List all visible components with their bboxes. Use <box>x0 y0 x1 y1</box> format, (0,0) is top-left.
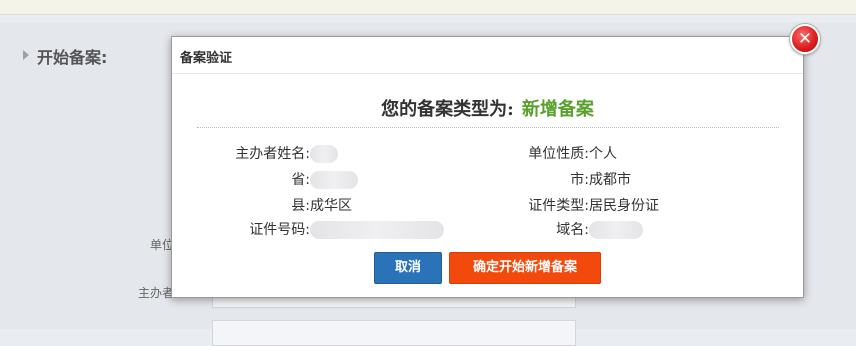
dialog-divider <box>197 127 779 128</box>
close-icon[interactable]: ✕ <box>790 24 820 54</box>
background-label-host: 主办者 <box>138 286 175 300</box>
field-label: 市: <box>570 172 589 188</box>
field-label: 主办者姓名: <box>235 146 310 162</box>
section-title: 开始备案: <box>37 48 108 67</box>
filing-verification-dialog: 备案验证 您的备案类型为: 新增备案 主办者姓名: 省: 县:成华区 证件号码: … <box>171 36 804 298</box>
filing-type-line: 您的备案类型为: 新增备案 <box>172 95 803 121</box>
field-label: 证件类型: <box>528 198 589 214</box>
field-id-type: 证件类型:居民身份证 <box>479 195 659 215</box>
field-province: 省: <box>197 169 358 189</box>
field-label: 域名: <box>556 222 589 238</box>
field-unit-nature: 单位性质:个人 <box>479 143 617 163</box>
field-id-number: 证件号码: <box>197 219 444 239</box>
redacted-value <box>310 171 358 189</box>
top-bar <box>0 0 856 15</box>
field-value: 个人 <box>589 146 617 162</box>
field-label: 省: <box>291 172 310 188</box>
redacted-value <box>310 145 338 163</box>
field-value: 成华区 <box>310 198 352 214</box>
field-city: 市:成都市 <box>479 169 631 189</box>
field-label: 县: <box>291 198 310 214</box>
cancel-button[interactable]: 取消 <box>374 252 442 284</box>
dialog-header: 备案验证 <box>172 37 803 74</box>
filing-type-label: 您的备案类型为: <box>381 99 514 120</box>
field-value: 居民身份证 <box>589 198 659 214</box>
field-label: 证件号码: <box>249 222 310 238</box>
background-input-2[interactable] <box>212 320 576 346</box>
field-value: 成都市 <box>589 172 631 188</box>
confirm-new-filing-button[interactable]: 确定开始新增备案 <box>449 252 601 284</box>
redacted-value <box>310 221 444 239</box>
field-host-name: 主办者姓名: <box>197 143 338 163</box>
redacted-value <box>589 221 643 239</box>
section-arrow-icon <box>23 50 29 60</box>
field-county: 县:成华区 <box>197 195 352 215</box>
field-label: 单位性质: <box>528 146 589 162</box>
field-domain: 域名: <box>479 219 643 239</box>
filing-type-value: 新增备案 <box>521 99 594 120</box>
dialog-title: 备案验证 <box>180 51 233 66</box>
